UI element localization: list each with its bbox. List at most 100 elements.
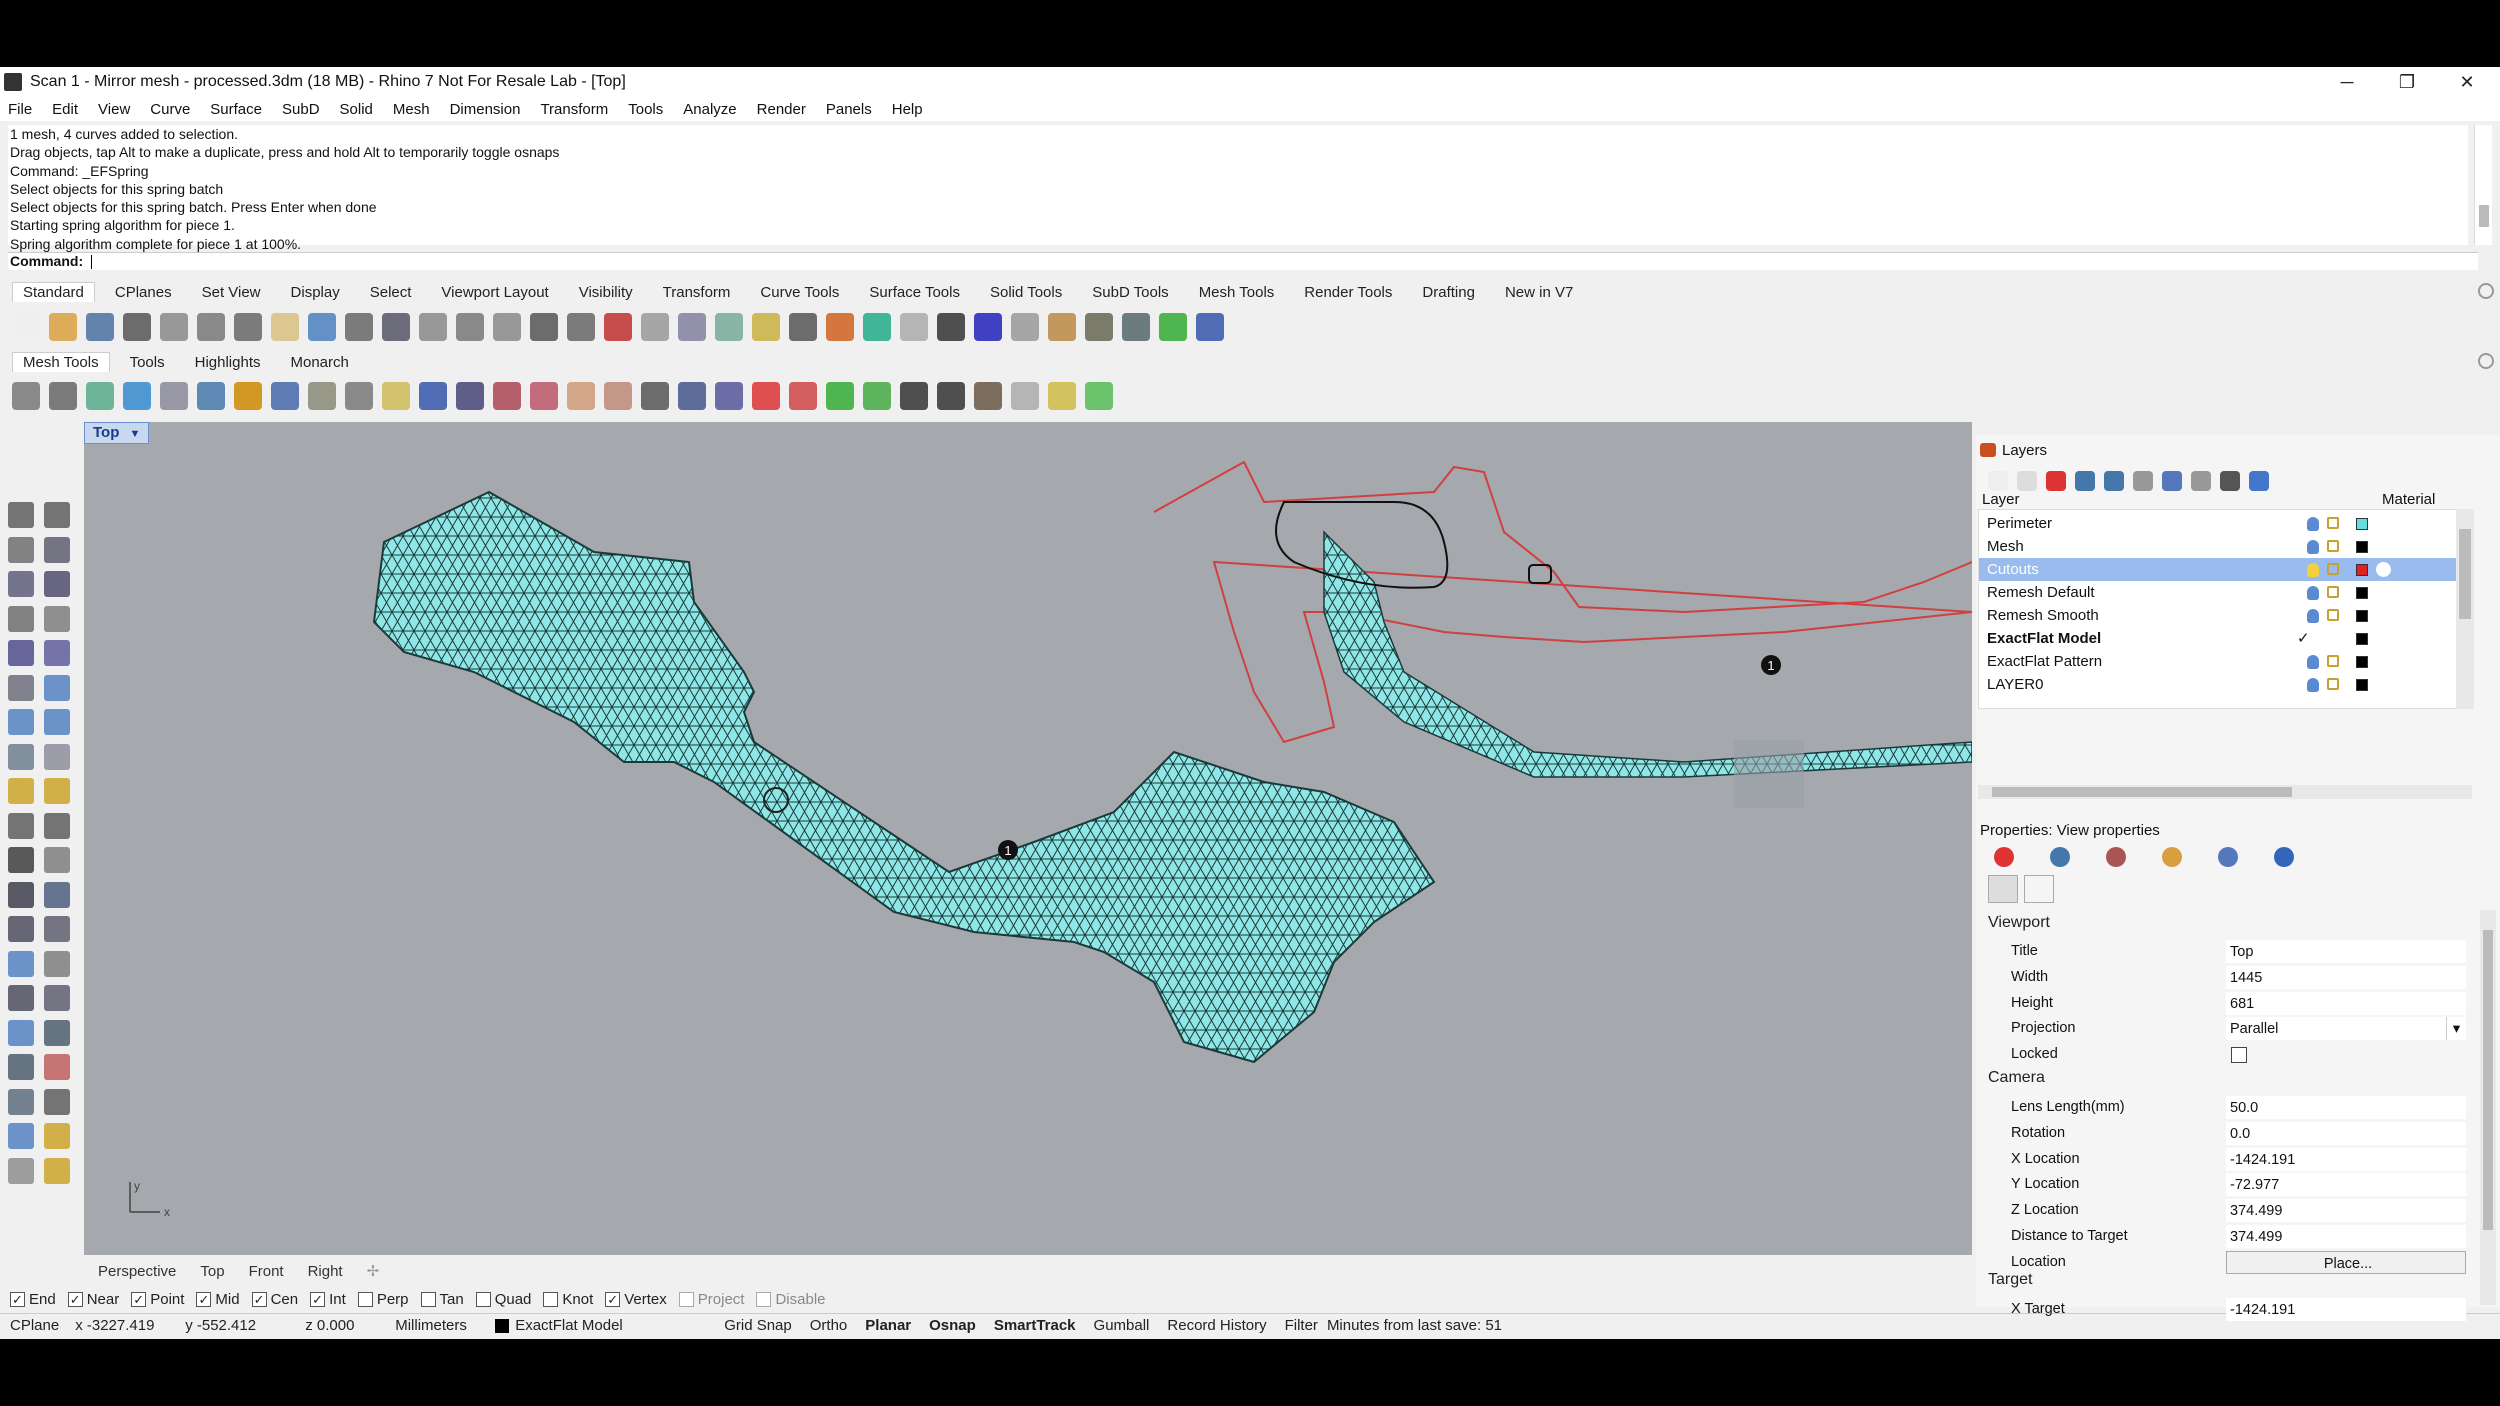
layer-color-swatch[interactable] [2356,541,2368,553]
menu-view[interactable]: View [98,101,130,118]
toolbox-tool-icon[interactable] [8,847,34,873]
toolbar-tool-icon[interactable] [86,313,114,341]
mesh-tool-icon[interactable] [937,382,965,410]
layer-tool-icon[interactable] [2104,471,2124,491]
toolbar-tool-icon[interactable] [1085,313,1113,341]
viewport-title-tab[interactable]: Top ▼ [84,422,150,444]
mesh-tool-icon[interactable] [974,382,1002,410]
viewport-tab-right[interactable]: Right [308,1263,343,1280]
layer-tool-icon[interactable] [2191,471,2211,491]
status-ortho[interactable]: Ortho [801,1317,857,1334]
mesh-tool-icon[interactable] [678,382,706,410]
toolbox-tool-icon[interactable] [8,1019,34,1046]
toolbox-tool-icon[interactable] [44,743,70,770]
toolbar-tool-icon[interactable] [12,313,40,341]
property-value[interactable]: -1424.191 [2226,1147,2466,1171]
gumball-highlight[interactable] [1734,740,1804,808]
tab-select[interactable]: Select [370,284,412,301]
layer-tool-icon[interactable] [2249,471,2269,491]
toolbox-tool-icon[interactable] [8,1088,34,1115]
layer-tool-icon[interactable] [2075,471,2095,491]
toolbar-tool-icon[interactable] [678,313,706,341]
toolbox-tool-icon[interactable] [44,640,70,666]
mesh-tool-icon[interactable] [123,382,151,410]
mesh-tool-icon[interactable] [49,382,77,410]
tab-mesh-tools[interactable]: Mesh Tools [12,352,110,372]
units-label[interactable]: Millimeters [395,1317,495,1334]
toolbar-tool-icon[interactable] [197,313,225,341]
layer-tool-icon[interactable] [2017,471,2037,491]
toolbox-tool-icon[interactable] [8,640,34,666]
checkbox-icon[interactable]: ✓ [10,1291,25,1307]
layer-color-swatch[interactable] [2356,679,2368,691]
mesh-tool-icon[interactable] [234,382,262,410]
layers-panel-header[interactable]: Layers [1980,439,2480,461]
toolbox-tool-icon[interactable] [8,778,34,804]
layer-row-exactflat-pattern[interactable]: ExactFlat Pattern [1979,650,2473,673]
mesh-tool-icon[interactable] [1048,382,1076,410]
viewport-tab-perspective[interactable]: Perspective [98,1263,176,1280]
osnap-int[interactable]: ✓ Int [310,1291,346,1308]
mesh-tool-icon[interactable] [493,382,521,410]
mesh-tool-icon[interactable] [715,382,743,410]
toolbar-tool-icon[interactable] [345,313,373,341]
layer-color-swatch[interactable] [2356,564,2368,576]
menu-render[interactable]: Render [757,101,806,118]
mesh-tool-icon[interactable] [826,382,854,410]
toolbox-tool-icon[interactable] [8,1157,34,1184]
mesh-piece-right[interactable] [1323,530,1972,778]
tab-viewport-layout[interactable]: Viewport Layout [441,284,548,301]
osnap-mid[interactable]: ✓ Mid [196,1291,240,1308]
checkbox-icon[interactable]: ✓ [67,1291,83,1307]
chevron-down-icon[interactable]: ▼ [130,428,141,440]
toolbar-tool-icon[interactable] [937,313,965,341]
property-value[interactable]: 1445 [2226,965,2466,989]
tab-cplanes[interactable]: CPlanes [115,284,172,301]
toolbar-tool-icon[interactable] [530,313,558,341]
status-filter[interactable]: Filter [1276,1317,1327,1334]
status-gumball[interactable]: Gumball [1085,1317,1159,1334]
menu-mesh[interactable]: Mesh [393,101,430,118]
material-swatch[interactable] [2376,562,2391,577]
toolbox-tool-icon[interactable] [44,847,70,873]
osnap-knot[interactable]: Knot [543,1291,593,1308]
minimize-button[interactable]: ─ [2318,67,2376,97]
close-button[interactable]: ✕ [2438,67,2496,97]
toolbox-tool-icon[interactable] [44,1123,70,1149]
toolbox-tool-icon[interactable] [8,536,34,563]
unlock-icon[interactable] [2327,540,2339,552]
toolbox-tool-icon[interactable] [8,502,34,528]
layer-tool-icon[interactable] [2162,471,2182,491]
tab-curve-tools[interactable]: Curve Tools [760,284,839,301]
layer-color-swatch[interactable] [2356,610,2368,622]
menu-subd[interactable]: SubD [282,101,320,118]
tab-monarch[interactable]: Monarch [291,354,349,371]
toolbox-tool-icon[interactable] [8,605,34,632]
properties-tab-icon[interactable] [2162,847,2182,867]
mesh-tool-icon[interactable] [1085,382,1113,410]
status-planar[interactable]: Planar [856,1317,920,1334]
property-value[interactable]: -1424.191 [2226,1298,2466,1321]
tab-display[interactable]: Display [291,284,340,301]
checkbox-icon[interactable] [357,1291,373,1307]
layer-color-swatch[interactable] [2356,587,2368,599]
mesh-tool-icon[interactable] [752,382,780,410]
lightbulb-icon[interactable] [2307,563,2319,577]
osnap-vertex[interactable]: ✓ Vertex [605,1291,667,1308]
property-value[interactable]: Place... [2226,1250,2466,1274]
toolbox-tool-icon[interactable] [8,985,34,1011]
layer-row-remesh-default[interactable]: Remesh Default [1979,581,2473,604]
checkbox-icon[interactable] [475,1291,491,1307]
menu-transform[interactable]: Transform [540,101,608,118]
osnap-end[interactable]: ✓ End [10,1291,56,1308]
viewport-tab-front[interactable]: Front [249,1263,284,1280]
toolbox-tool-icon[interactable] [8,950,34,977]
gear-icon[interactable] [2478,283,2494,299]
toolbar-tool-icon[interactable] [1122,313,1150,341]
toolbox-tool-icon[interactable] [8,916,34,942]
toolbar-tool-icon[interactable] [308,313,336,341]
osnap-tan[interactable]: Tan [420,1291,464,1308]
toolbar-tool-icon[interactable] [234,313,262,341]
toolbox-tool-icon[interactable] [44,881,70,908]
tab-transform[interactable]: Transform [663,284,731,301]
